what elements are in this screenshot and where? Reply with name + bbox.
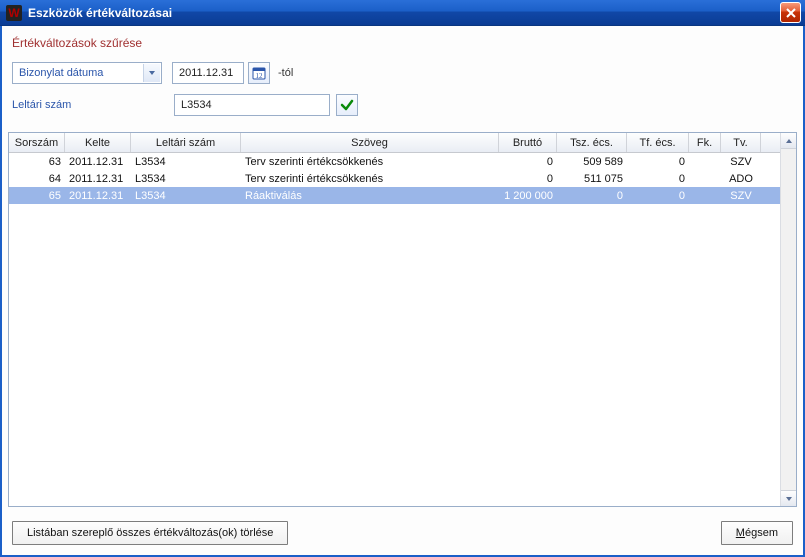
date-from-input[interactable]: 2011.12.31 [172, 62, 244, 84]
scroll-track[interactable] [781, 149, 796, 490]
table-row[interactable]: 652011.12.31L3534Ráaktiválás1 200 00000S… [9, 187, 796, 204]
col-tv[interactable]: Tv. [721, 133, 761, 152]
cell-szoveg: Ráaktiválás [241, 190, 499, 202]
app-icon: W [6, 5, 22, 21]
col-fk[interactable]: Fk. [689, 133, 721, 152]
delete-all-label: Listában szereplő összes értékváltozás(o… [27, 527, 273, 539]
col-brutto[interactable]: Bruttó [499, 133, 557, 152]
cell-brutto: 1 200 000 [499, 190, 557, 202]
cell-kelte: 2011.12.31 [65, 173, 131, 185]
table: Sorszám Kelte Leltári szám Szöveg Bruttó… [8, 132, 797, 507]
cell-leltari: L3534 [131, 173, 241, 185]
table-body: 632011.12.31L3534Terv szerinti értékcsök… [9, 153, 796, 506]
cancel-button[interactable]: Mégsem [721, 521, 793, 545]
table-header: Sorszám Kelte Leltári szám Szöveg Bruttó… [9, 133, 796, 153]
col-kelte[interactable]: Kelte [65, 133, 131, 152]
cell-tfecs: 0 [627, 190, 689, 202]
close-icon [786, 8, 796, 18]
table-row[interactable]: 632011.12.31L3534Terv szerinti értékcsök… [9, 153, 796, 170]
inventory-value: L3534 [181, 99, 212, 111]
cell-leltari: L3534 [131, 190, 241, 202]
date-type-combo[interactable]: Bizonylat dátuma [12, 62, 162, 84]
inventory-label: Leltári szám [12, 99, 174, 111]
apply-filter-button[interactable] [336, 94, 358, 116]
delete-all-button[interactable]: Listában szereplő összes értékváltozás(o… [12, 521, 288, 545]
date-from-value: 2011.12.31 [179, 67, 233, 79]
footer: Listában szereplő összes értékváltozás(o… [2, 513, 803, 555]
date-suffix-label: -tól [278, 67, 293, 79]
date-type-selected: Bizonylat dátuma [19, 67, 103, 79]
col-leltari[interactable]: Leltári szám [131, 133, 241, 152]
client-area: Értékváltozások szűrése Bizonylat dátuma… [0, 26, 805, 557]
col-sorszam[interactable]: Sorszám [9, 133, 65, 152]
calendar-icon: 12 [252, 66, 266, 80]
cell-sorszam: 64 [9, 173, 65, 185]
cancel-label: Mégsem [736, 527, 778, 539]
cell-tszecs: 0 [557, 190, 627, 202]
cell-tv: SZV [721, 190, 761, 202]
scroll-down-arrow-icon[interactable] [781, 490, 796, 506]
vertical-scrollbar[interactable] [780, 133, 796, 506]
cell-brutto: 0 [499, 173, 557, 185]
table-row[interactable]: 642011.12.31L3534Terv szerinti értékcsök… [9, 170, 796, 187]
col-tszecs[interactable]: Tsz. écs. [557, 133, 627, 152]
check-icon [340, 98, 354, 112]
titlebar: W Eszközök értékváltozásai [0, 0, 805, 26]
filters-panel: Bizonylat dátuma 2011.12.31 12 -tól [2, 56, 803, 132]
filter-section-title: Értékváltozások szűrése [2, 26, 803, 56]
cell-sorszam: 65 [9, 190, 65, 202]
cell-szoveg: Terv szerinti értékcsökkenés [241, 156, 499, 168]
col-tfecs[interactable]: Tf. écs. [627, 133, 689, 152]
cell-tv: ADO [721, 173, 761, 185]
col-szoveg[interactable]: Szöveg [241, 133, 499, 152]
cell-szoveg: Terv szerinti értékcsökkenés [241, 173, 499, 185]
svg-text:12: 12 [256, 72, 264, 80]
chevron-down-icon [143, 64, 160, 82]
cell-tv: SZV [721, 156, 761, 168]
window-title: Eszközök értékváltozásai [28, 6, 172, 20]
calendar-button[interactable]: 12 [248, 62, 270, 84]
close-button[interactable] [780, 2, 801, 23]
cell-tszecs: 509 589 [557, 156, 627, 168]
cell-tfecs: 0 [627, 173, 689, 185]
inventory-input[interactable]: L3534 [174, 94, 330, 116]
cell-sorszam: 63 [9, 156, 65, 168]
cell-kelte: 2011.12.31 [65, 156, 131, 168]
cell-kelte: 2011.12.31 [65, 190, 131, 202]
cell-tfecs: 0 [627, 156, 689, 168]
cell-brutto: 0 [499, 156, 557, 168]
scroll-up-arrow-icon[interactable] [781, 133, 796, 149]
cell-leltari: L3534 [131, 156, 241, 168]
cell-tszecs: 511 075 [557, 173, 627, 185]
